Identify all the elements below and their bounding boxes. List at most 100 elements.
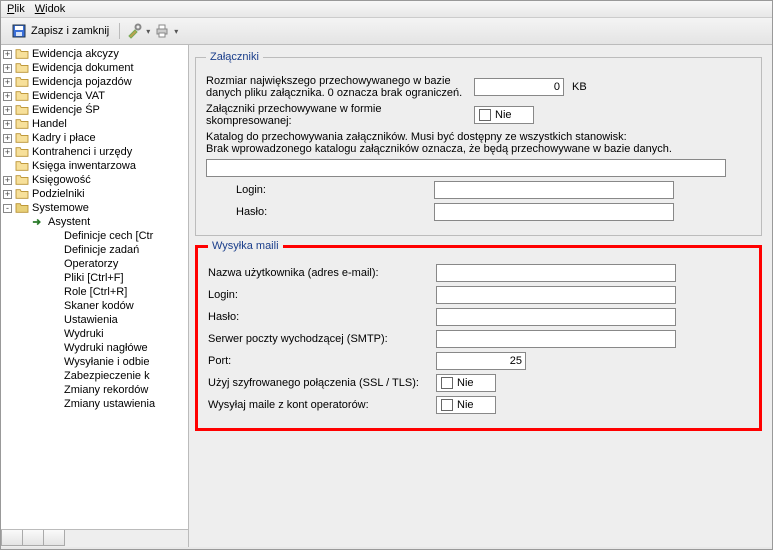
tree-item[interactable]: Pliki [Ctrl+F] bbox=[1, 271, 188, 285]
mail-operators-value: Nie bbox=[457, 399, 474, 411]
tree-item[interactable]: + Księgowość bbox=[1, 173, 188, 187]
tree-item-label: Asystent bbox=[48, 216, 90, 228]
tree-item[interactable]: +Kadry i płace bbox=[1, 131, 188, 145]
expander-icon bbox=[35, 400, 44, 409]
tree-item-label: Wydruki nagłówe bbox=[64, 342, 148, 354]
attach-dir-hint: Brak wprowadzonego katalogu załączników … bbox=[206, 143, 751, 155]
mail-ssl-label: Użyj szyfrowanego połączenia (SSL / TLS)… bbox=[208, 377, 428, 389]
attach-login-input[interactable] bbox=[434, 181, 674, 199]
attach-compressed-toggle[interactable]: Nie bbox=[474, 106, 534, 124]
mail-port-input[interactable] bbox=[436, 352, 526, 370]
tree-item[interactable]: Asystent bbox=[1, 215, 188, 229]
expander-icon[interactable]: + bbox=[3, 176, 12, 185]
tree-item-label: Podzielniki bbox=[32, 188, 85, 200]
tree-item[interactable]: Ustawienia bbox=[1, 313, 188, 327]
tree-item-label: Ewidencja VAT bbox=[32, 90, 105, 102]
tree-item[interactable]: + Ewidencja pojazdów bbox=[1, 75, 188, 89]
tree-item[interactable]: Wysyłanie i odbie bbox=[1, 355, 188, 369]
tree-item[interactable]: Role [Ctrl+R] bbox=[1, 285, 188, 299]
mail-legend: Wysyłka maili bbox=[208, 240, 283, 252]
tree-item[interactable]: +Ewidencja dokument bbox=[1, 61, 188, 75]
attachments-legend: Załączniki bbox=[206, 51, 263, 63]
tree-item[interactable]: Wydruki nagłówe bbox=[1, 341, 188, 355]
attach-dir-input[interactable] bbox=[206, 159, 726, 177]
tree-item-label: Handel bbox=[32, 118, 67, 130]
expander-icon[interactable]: + bbox=[3, 134, 12, 143]
expander-icon[interactable]: + bbox=[3, 106, 12, 115]
tree-item-label: Definicje cech [Ctr bbox=[64, 230, 153, 242]
tree-item-label: Role [Ctrl+R] bbox=[64, 286, 127, 298]
mail-port-label: Port: bbox=[208, 355, 428, 367]
tree-item-label: Zmiany rekordów bbox=[64, 384, 148, 396]
expander-icon bbox=[35, 344, 44, 353]
tree-item[interactable]: Skaner kodów bbox=[1, 299, 188, 313]
save-close-button[interactable]: Zapisz i zamknij bbox=[7, 21, 113, 41]
mail-login-input[interactable] bbox=[436, 286, 676, 304]
expander-icon bbox=[19, 218, 28, 227]
save-close-label: Zapisz i zamknij bbox=[31, 25, 109, 37]
menubar: Plik Widok bbox=[1, 1, 772, 18]
attach-password-input[interactable] bbox=[434, 203, 674, 221]
tree-item[interactable]: + Ewidencje ŚP bbox=[1, 103, 188, 117]
expander-icon bbox=[35, 372, 44, 381]
sidebar-tab-3[interactable] bbox=[43, 530, 65, 546]
menu-view[interactable]: Widok bbox=[35, 3, 66, 15]
mail-user-label: Nazwa użytkownika (adres e-mail): bbox=[208, 267, 428, 279]
print-dropdown[interactable]: ▾ bbox=[174, 27, 178, 36]
tree-item-label: Pliki [Ctrl+F] bbox=[64, 272, 124, 284]
tools-icon[interactable] bbox=[126, 23, 142, 39]
expander-icon bbox=[35, 316, 44, 325]
expander-icon bbox=[35, 386, 44, 395]
tree-item[interactable]: + Ewidencja VAT bbox=[1, 89, 188, 103]
tools-dropdown[interactable]: ▾ bbox=[146, 27, 150, 36]
expander-icon[interactable]: + bbox=[3, 64, 12, 73]
tree-item[interactable]: + Handel bbox=[1, 117, 188, 131]
tree-item[interactable]: Wydruki bbox=[1, 327, 188, 341]
tree-item[interactable]: Zmiany ustawienia bbox=[1, 397, 188, 411]
expander-icon bbox=[35, 358, 44, 367]
tree-item[interactable]: Księga inwentarzowa bbox=[1, 159, 188, 173]
tree-item-label: Ewidencja pojazdów bbox=[32, 76, 132, 88]
expander-icon[interactable]: + bbox=[3, 148, 12, 157]
expander-icon[interactable]: + bbox=[3, 120, 12, 129]
tree-item-label: Ewidencje ŚP bbox=[32, 104, 100, 116]
mail-operators-toggle[interactable]: Nie bbox=[436, 396, 496, 414]
mail-password-input[interactable] bbox=[436, 308, 676, 326]
tree-item[interactable]: Definicje zadań bbox=[1, 243, 188, 257]
menu-file[interactable]: Plik bbox=[7, 3, 25, 15]
tree-item[interactable]: -Systemowe bbox=[1, 201, 188, 215]
tree-item-label: Księgowość bbox=[32, 174, 91, 186]
tree-item[interactable]: Operatorzy bbox=[1, 257, 188, 271]
tree-item[interactable]: Definicje cech [Ctr bbox=[1, 229, 188, 243]
expander-icon[interactable]: - bbox=[3, 204, 12, 213]
save-icon bbox=[11, 23, 27, 39]
tree-item[interactable]: + Podzielniki bbox=[1, 187, 188, 201]
mail-ssl-toggle[interactable]: Nie bbox=[436, 374, 496, 392]
attach-password-label: Hasło: bbox=[236, 206, 426, 218]
tree-item-label: Zabezpieczenie k bbox=[64, 370, 150, 382]
mail-group: Wysyłka maili Nazwa użytkownika (adres e… bbox=[195, 240, 762, 431]
expander-icon[interactable]: + bbox=[3, 78, 12, 87]
expander-icon bbox=[35, 246, 44, 255]
tree-item[interactable]: Zabezpieczenie k bbox=[1, 369, 188, 383]
mail-user-input[interactable] bbox=[436, 264, 676, 282]
tree-item-label: Wysyłanie i odbie bbox=[64, 356, 150, 368]
attachments-group: Załączniki Rozmiar największego przechow… bbox=[195, 51, 762, 236]
print-icon[interactable] bbox=[154, 23, 170, 39]
tree-item[interactable]: +Kontrahenci i urzędy bbox=[1, 145, 188, 159]
checkbox-icon bbox=[479, 109, 491, 121]
expander-icon[interactable]: + bbox=[3, 92, 12, 101]
attach-size-input[interactable] bbox=[474, 78, 564, 96]
sidebar-tab-1[interactable] bbox=[1, 530, 23, 546]
expander-icon bbox=[35, 302, 44, 311]
expander-icon bbox=[35, 288, 44, 297]
sidebar-tab-2[interactable] bbox=[22, 530, 44, 546]
tree-item[interactable]: +Ewidencja akcyzy bbox=[1, 47, 188, 61]
tree-item[interactable]: Zmiany rekordów bbox=[1, 383, 188, 397]
expander-icon[interactable]: + bbox=[3, 50, 12, 59]
toolbar: Zapisz i zamknij ▾ ▾ bbox=[1, 18, 772, 45]
mail-smtp-input[interactable] bbox=[436, 330, 676, 348]
mail-ssl-value: Nie bbox=[457, 377, 474, 389]
tree-item-label: Ustawienia bbox=[64, 314, 118, 326]
expander-icon[interactable]: + bbox=[3, 190, 12, 199]
